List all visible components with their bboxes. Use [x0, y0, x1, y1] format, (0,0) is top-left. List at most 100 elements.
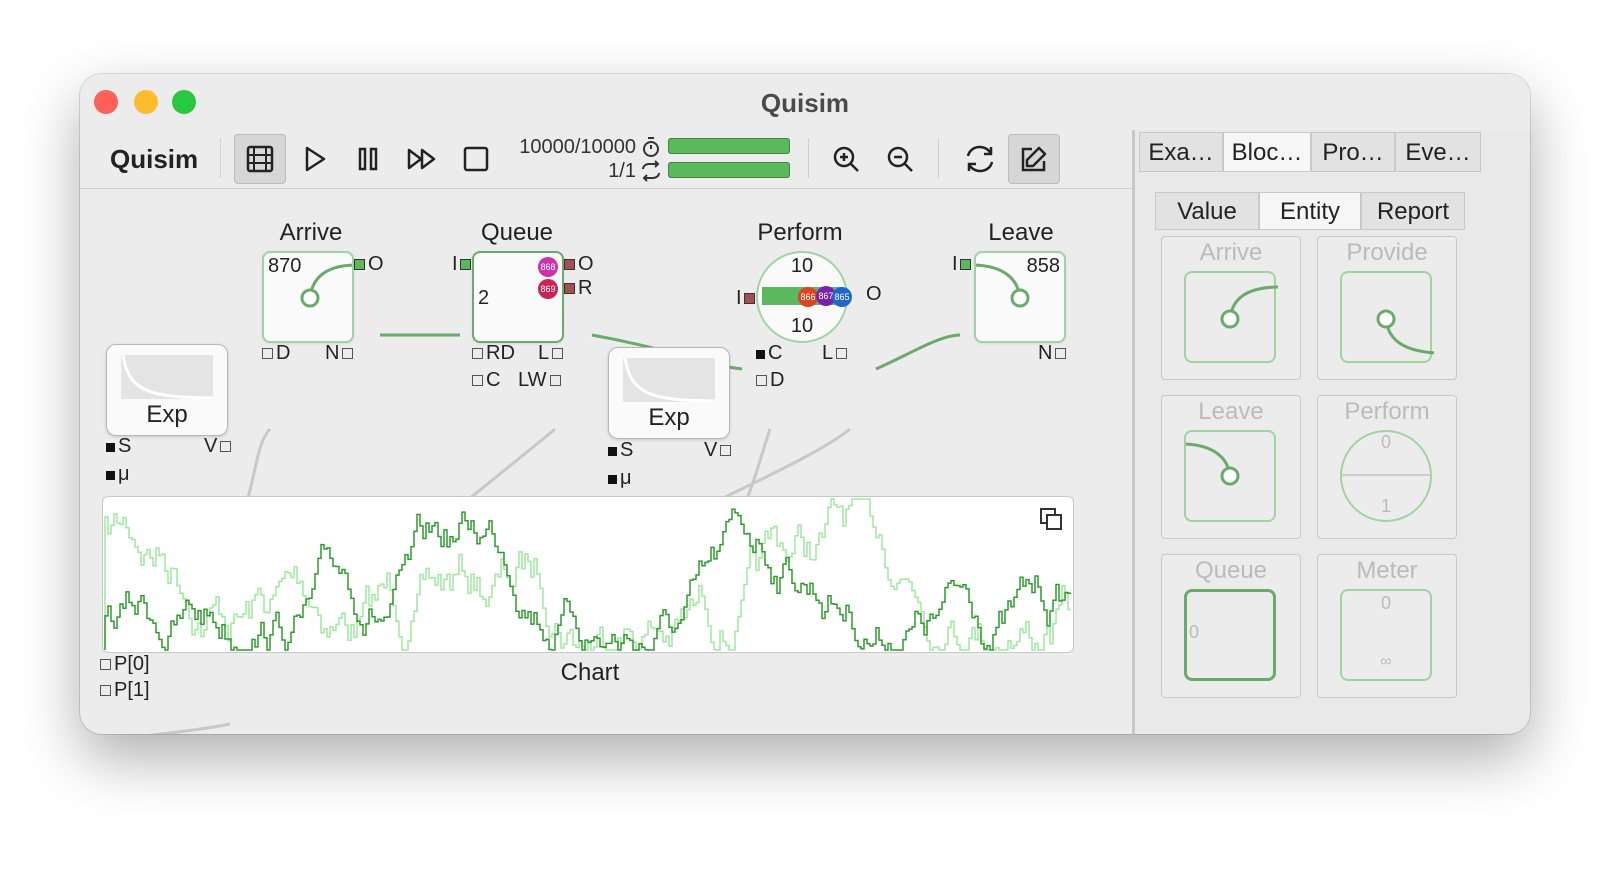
palette-item-perform[interactable]: Perform 0 1: [1317, 395, 1457, 539]
model-canvas[interactable]: Arrive 870 O D N Queue I 2 868 869 O R R…: [80, 189, 1176, 734]
reset-button[interactable]: [954, 134, 1006, 184]
play-button[interactable]: [288, 134, 340, 184]
exp-block-2[interactable]: Exp: [608, 347, 730, 439]
exp-2-s-port[interactable]: S: [608, 439, 633, 462]
run-progress-bar: [668, 162, 790, 178]
tab-blocks[interactable]: Bloc…: [1223, 132, 1311, 172]
queue-l-port-label: L: [538, 342, 550, 364]
arrive-d-port[interactable]: D: [262, 342, 290, 365]
subtab-entity[interactable]: Entity: [1259, 192, 1361, 230]
palette-sidebar: Exa… Bloc… Pro… Eve… Value Entity Report…: [1132, 130, 1530, 734]
perform-label: Perform: [757, 219, 843, 246]
chart-p1-port[interactable]: P[1]: [100, 679, 150, 702]
palette-perform-label: Perform: [1344, 398, 1430, 425]
chart-trace-light: [104, 498, 1071, 651]
toolbar: Quisim 10000/10000 1/1: [80, 132, 1176, 189]
exp-2-s-port-label: S: [620, 439, 634, 461]
queue-c-port[interactable]: C: [472, 369, 500, 392]
edit-mode-button[interactable]: [1008, 134, 1060, 184]
exp-1-s-port-label: S: [118, 435, 132, 457]
palette-perform-top: 0: [1380, 432, 1391, 452]
queue-l-port[interactable]: L: [538, 342, 564, 365]
chart-p1-label: P[1]: [114, 679, 150, 701]
exp-1-mu-port-label: μ: [118, 463, 130, 485]
exp-curve-icon: [623, 358, 715, 402]
stopwatch-icon: [643, 137, 659, 157]
queue-out-port-label: O: [578, 253, 594, 275]
arrive-n-port-label: N: [325, 342, 340, 364]
queue-rd-port[interactable]: RD: [472, 342, 515, 365]
play-icon: [305, 146, 326, 172]
arrive-block[interactable]: 870: [262, 251, 354, 343]
queue-icon: 0: [1184, 589, 1276, 681]
queue-in-port-label: I: [452, 253, 458, 275]
palette-provide-label: Provide: [1346, 239, 1428, 266]
fast-forward-button[interactable]: [396, 134, 448, 184]
exp-1-v-port[interactable]: V: [204, 435, 232, 458]
subtab-value[interactable]: Value: [1155, 192, 1259, 230]
reset-icon: [966, 145, 994, 173]
perform-out-port[interactable]: O: [866, 283, 882, 306]
perform-in-port-label: I: [736, 287, 742, 309]
exp-2-mu-port[interactable]: μ: [608, 467, 632, 490]
chart-block[interactable]: [102, 496, 1074, 653]
arrive-out-port[interactable]: O: [354, 253, 384, 276]
arrive-icon: [1184, 271, 1281, 363]
provide-icon: [1340, 271, 1437, 363]
perform-d-port[interactable]: D: [756, 369, 784, 392]
perform-top-value: 10: [790, 255, 814, 277]
queue-r-port-label: R: [578, 277, 593, 299]
perform-block[interactable]: 10 10 866 867 865: [756, 251, 852, 343]
leave-block[interactable]: 858: [974, 251, 1066, 343]
palette-item-leave[interactable]: Leave: [1161, 395, 1301, 539]
window-title: Quisim: [760, 88, 850, 118]
stop-button[interactable]: [450, 134, 502, 184]
animation-toggle-button[interactable]: [234, 134, 286, 184]
palette-item-provide[interactable]: Provide: [1317, 236, 1457, 380]
leave-in-port-label: I: [952, 253, 958, 275]
palette-item-arrive[interactable]: Arrive: [1161, 236, 1301, 380]
exp-block-1[interactable]: Exp: [106, 344, 228, 436]
zoom-in-button[interactable]: [820, 134, 872, 184]
chart-expand-icon[interactable]: [1039, 507, 1063, 531]
connection-chart-out: [148, 722, 231, 734]
perform-out-port-label: O: [866, 283, 882, 305]
leave-n-port-label: N: [1038, 342, 1053, 364]
palette-perform-bottom: 1: [1380, 496, 1391, 516]
queue-entity-1: 868: [538, 257, 558, 277]
subtab-report[interactable]: Report: [1361, 192, 1465, 230]
perform-in-port[interactable]: I: [736, 287, 755, 310]
queue-lw-port[interactable]: LW: [518, 369, 561, 392]
leave-in-port[interactable]: I: [952, 253, 971, 276]
pause-button[interactable]: [342, 134, 394, 184]
palette-item-queue[interactable]: Queue 0: [1161, 554, 1301, 698]
chart-p0-port[interactable]: P[0]: [100, 653, 150, 676]
arrive-out-port-label: O: [368, 253, 384, 275]
palette-leave-label: Leave: [1198, 398, 1264, 425]
exp-2-v-port-label: V: [704, 439, 718, 461]
exp-1-s-port[interactable]: S: [106, 435, 131, 458]
exp-2-v-port[interactable]: V: [704, 439, 732, 462]
queue-in-port[interactable]: I: [452, 253, 471, 276]
queue-out-port[interactable]: O: [564, 253, 594, 276]
palette-queue-label: Queue: [1194, 557, 1268, 584]
stop-icon: [463, 146, 489, 172]
tab-events[interactable]: Eve…: [1395, 132, 1481, 172]
exp-1-mu-port[interactable]: μ: [106, 463, 130, 486]
perform-l-port-label: L: [822, 342, 834, 364]
arrive-n-port[interactable]: N: [325, 342, 354, 365]
perform-entity-3: 865: [832, 287, 852, 307]
perform-l-port[interactable]: L: [822, 342, 848, 365]
queue-block[interactable]: 2 868 869: [472, 251, 564, 343]
toolbar-separator: [220, 138, 221, 178]
queue-r-port[interactable]: R: [564, 277, 592, 300]
perform-d-port-label: D: [770, 369, 785, 391]
tab-examples[interactable]: Exa…: [1139, 132, 1223, 172]
palette-meter-top: 0: [1380, 593, 1391, 613]
zoom-out-button[interactable]: [874, 134, 926, 184]
perform-c-port[interactable]: C: [756, 342, 782, 365]
leave-n-port[interactable]: N: [1038, 342, 1067, 365]
tab-properties[interactable]: Pro…: [1311, 132, 1395, 172]
queue-c-port-label: C: [486, 369, 501, 391]
palette-item-meter[interactable]: Meter 0 ∞: [1317, 554, 1457, 698]
